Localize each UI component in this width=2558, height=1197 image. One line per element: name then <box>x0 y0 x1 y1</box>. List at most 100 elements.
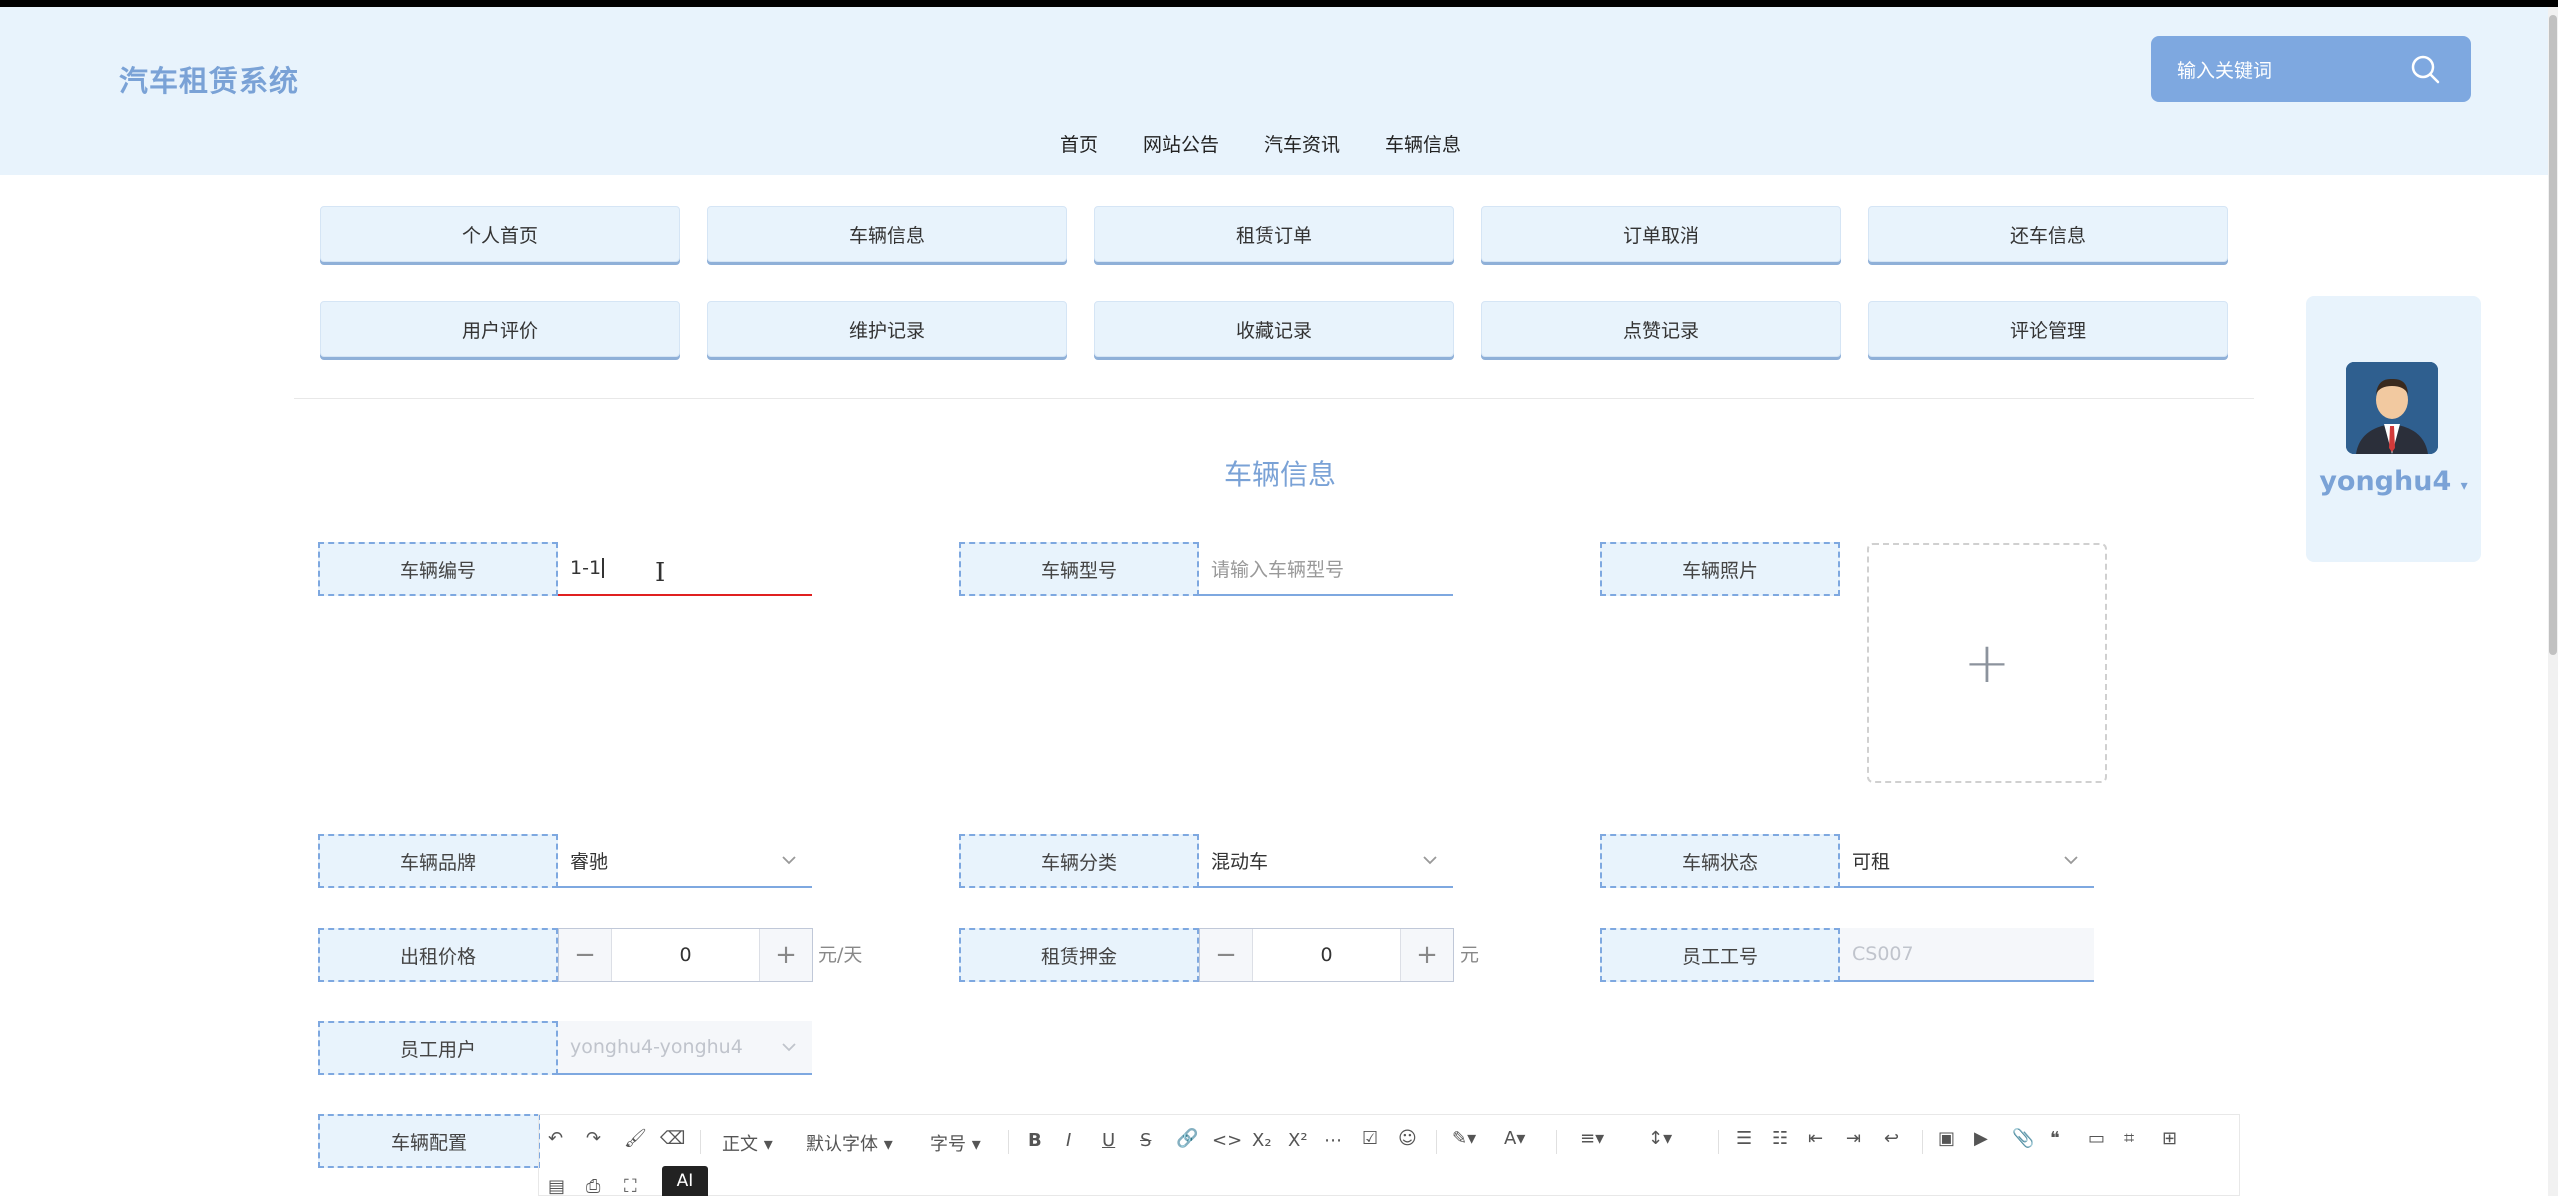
site-title[interactable]: 汽车租赁系统 <box>119 58 299 100</box>
font-size-label: 字号 <box>930 1134 966 1155</box>
font-size-select[interactable]: 字号 ▾ <box>930 1130 981 1156</box>
divider <box>294 398 2254 399</box>
avatar[interactable] <box>2346 362 2438 454</box>
menu-button-user-reviews[interactable]: 用户评价 <box>320 301 680 357</box>
avatar-image <box>2346 362 2438 454</box>
vehicle-no-value: 1-1 <box>570 557 602 579</box>
underline-icon[interactable]: U <box>1102 1130 1115 1151</box>
format-painter-icon[interactable]: 🖌 <box>624 1128 647 1149</box>
menu-button-profile[interactable]: 个人首页 <box>320 206 680 262</box>
status-select[interactable]: 可租 <box>1840 834 2094 888</box>
search-box[interactable]: 输入关键词 <box>2151 36 2471 102</box>
strikethrough-icon[interactable]: S <box>1140 1130 1151 1151</box>
increment-button[interactable]: + <box>1400 929 1453 981</box>
bold-icon[interactable]: B <box>1028 1130 1042 1151</box>
text-caret <box>602 558 605 578</box>
menu-button-favorites[interactable]: 收藏记录 <box>1094 301 1454 357</box>
main-nav: 首页 网站公告 汽车资讯 车辆信息 <box>1060 130 1506 157</box>
divider-icon[interactable]: ▭ <box>2088 1128 2105 1149</box>
line-height-icon[interactable]: ↕▾ <box>1648 1128 1672 1149</box>
italic-icon[interactable]: I <box>1066 1130 1071 1151</box>
nav-item-home[interactable]: 首页 <box>1060 130 1098 157</box>
plus-icon[interactable]: + <box>1869 545 2105 781</box>
brand-value: 睿驰 <box>570 850 609 873</box>
username-text[interactable]: yonghu4 <box>2319 466 2451 497</box>
search-icon[interactable] <box>2409 53 2441 85</box>
print-icon[interactable]: ⎙ <box>586 1176 600 1197</box>
deposit-stepper[interactable]: − 0 + <box>1199 928 1454 982</box>
redo-icon[interactable]: ↷ <box>586 1128 601 1149</box>
scrollbar-thumb[interactable] <box>2549 15 2557 655</box>
numbered-list-icon[interactable]: ☷ <box>1772 1128 1788 1149</box>
brand-select[interactable]: 睿驰 <box>558 834 812 888</box>
quote-icon[interactable]: ❝ <box>2050 1128 2060 1149</box>
nav-item-announcements[interactable]: 网站公告 <box>1143 130 1219 157</box>
menu-button-vehicle-info[interactable]: 车辆信息 <box>707 206 1067 262</box>
employee-user-label: 员工用户 <box>318 1021 558 1075</box>
code-icon[interactable]: <> <box>1212 1130 1242 1151</box>
toolbar-separator <box>1008 1130 1009 1154</box>
ai-button[interactable]: AI <box>662 1166 708 1196</box>
menu-button-return-info[interactable]: 还车信息 <box>1868 206 2228 262</box>
superscript-icon[interactable]: X² <box>1288 1130 1308 1151</box>
bullet-list-icon[interactable]: ☰ <box>1736 1128 1752 1149</box>
deposit-unit: 元 <box>1460 944 1480 966</box>
search-input[interactable]: 输入关键词 <box>2177 56 2272 83</box>
code-block-icon[interactable]: ⌗ <box>2124 1128 2134 1149</box>
attachment-icon[interactable]: 📎 <box>2012 1128 2034 1149</box>
toolbar-separator <box>1436 1130 1437 1154</box>
mouse-text-cursor-icon: I <box>655 558 666 588</box>
employee-no-input: CS007 <box>1840 928 2094 982</box>
subscript-icon[interactable]: X₂ <box>1252 1130 1272 1151</box>
emoji-icon[interactable]: ☺ <box>1398 1128 1417 1149</box>
category-select[interactable]: 混动车 <box>1199 834 1453 888</box>
chevron-down-icon[interactable]: ▾ <box>2461 478 2468 494</box>
chevron-down-icon[interactable] <box>2062 851 2080 869</box>
outdent-icon[interactable]: ⇤ <box>1808 1128 1823 1149</box>
indent-icon[interactable]: ⇥ <box>1846 1128 1861 1149</box>
eraser-icon[interactable]: ⌫ <box>660 1128 685 1149</box>
table-icon[interactable]: ⊞ <box>2162 1128 2177 1149</box>
photo-upload-area[interactable]: + <box>1867 543 2107 783</box>
increment-button[interactable]: + <box>759 929 812 981</box>
deposit-value[interactable]: 0 <box>1253 929 1400 981</box>
vehicle-no-input[interactable]: 1-1 <box>558 542 812 596</box>
font-family-select[interactable]: 默认字体 ▾ <box>806 1130 893 1156</box>
chevron-down-icon[interactable] <box>780 851 798 869</box>
menu-button-rental-orders[interactable]: 租赁订单 <box>1094 206 1454 262</box>
font-color-icon[interactable]: A▾ <box>1504 1128 1525 1149</box>
image-icon[interactable]: ▣ <box>1938 1128 1955 1149</box>
chevron-down-icon[interactable] <box>1421 851 1439 869</box>
toolbar-separator <box>1718 1130 1719 1154</box>
rent-price-stepper[interactable]: − 0 + <box>558 928 813 982</box>
nav-item-news[interactable]: 汽车资讯 <box>1264 130 1340 157</box>
more-icon[interactable]: ⋯ <box>1324 1130 1342 1151</box>
username[interactable]: yonghu4 ▾ <box>2306 466 2481 497</box>
rent-price-value[interactable]: 0 <box>612 929 759 981</box>
font-family-label: 默认字体 <box>806 1134 878 1155</box>
wrap-icon[interactable]: ↩ <box>1884 1128 1899 1149</box>
highlight-icon[interactable]: ✎▾ <box>1452 1128 1476 1149</box>
vehicle-no-label: 车辆编号 <box>318 542 558 596</box>
decrement-button[interactable]: − <box>1200 929 1253 981</box>
fullscreen-icon[interactable]: ⛶ <box>624 1176 637 1197</box>
page-scrollbar[interactable] <box>2548 7 2558 1196</box>
menu-button-comments[interactable]: 评论管理 <box>1868 301 2228 357</box>
menu-button-likes[interactable]: 点赞记录 <box>1481 301 1841 357</box>
checkbox-icon[interactable]: ☑ <box>1362 1128 1378 1149</box>
undo-icon[interactable]: ↶ <box>548 1128 563 1149</box>
link-icon[interactable]: 🔗 <box>1176 1128 1198 1149</box>
menu-button-order-cancel[interactable]: 订单取消 <box>1481 206 1841 262</box>
deposit-label: 租赁押金 <box>959 928 1199 982</box>
align-icon[interactable]: ≡▾ <box>1580 1128 1604 1149</box>
video-icon[interactable]: ▶ <box>1974 1128 1988 1149</box>
nav-item-vehicles[interactable]: 车辆信息 <box>1385 130 1461 157</box>
template-icon[interactable]: ▤ <box>548 1176 565 1197</box>
vehicle-model-input[interactable]: 请输入车辆型号 <box>1199 542 1453 596</box>
category-label: 车辆分类 <box>959 834 1199 888</box>
vehicle-photo-label: 车辆照片 <box>1600 542 1840 596</box>
decrement-button[interactable]: − <box>559 929 612 981</box>
paragraph-select[interactable]: 正文 ▾ <box>722 1130 773 1156</box>
user-card: yonghu4 ▾ <box>2306 296 2481 562</box>
menu-button-maintenance[interactable]: 维护记录 <box>707 301 1067 357</box>
